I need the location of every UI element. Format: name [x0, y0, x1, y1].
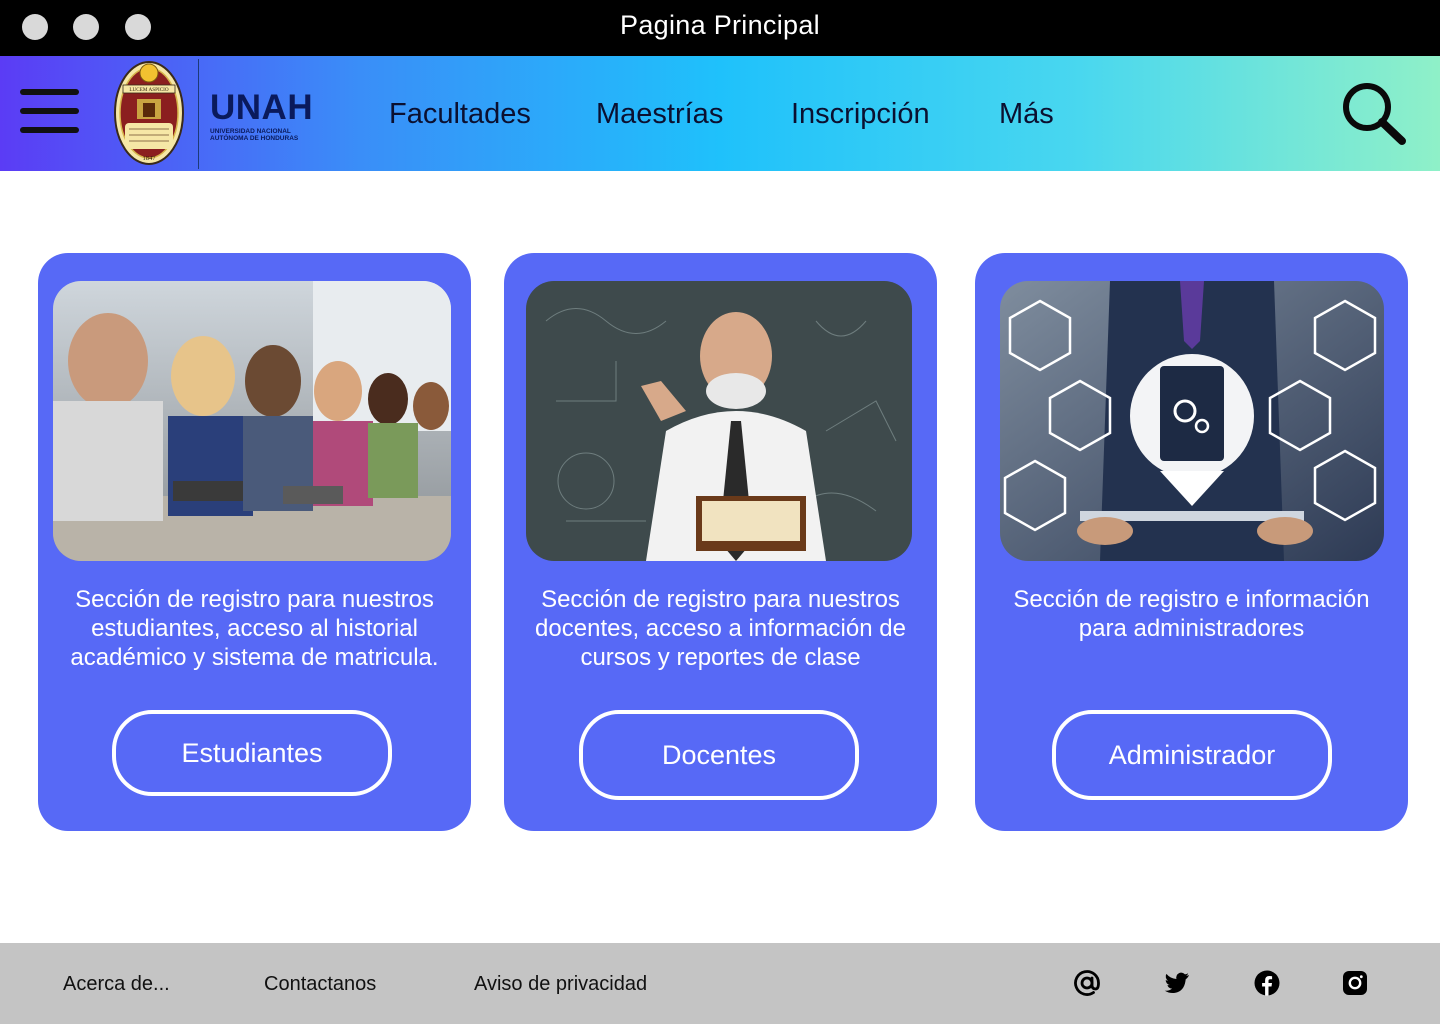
card-administrador-description: Sección de registro e información para a…	[1013, 586, 1370, 642]
search-icon[interactable]	[1340, 80, 1406, 146]
brand-name: UNAH	[210, 88, 314, 127]
administrador-button[interactable]: Administrador	[1052, 710, 1332, 800]
brand-wordmark[interactable]: UNAH UNIVERSIDAD NACIONAL AUTÓNOMA DE HO…	[210, 90, 313, 142]
brand-subtitle-1: UNIVERSIDAD NACIONAL	[210, 128, 291, 135]
card-docentes: Sección de registro para nuestros docent…	[504, 253, 937, 831]
nav-item-inscripcion[interactable]: Inscripción	[791, 98, 930, 131]
logo-divider	[198, 59, 199, 169]
window-titlebar: Pagina Principal	[0, 0, 1440, 56]
admin-photo	[1000, 281, 1384, 561]
instagram-icon[interactable]	[1342, 970, 1368, 996]
unah-seal-logo[interactable]: LUCEM ASPICIO 1847	[113, 59, 185, 167]
top-navbar: LUCEM ASPICIO 1847 UNAH UNIVERSIDAD NACI…	[0, 56, 1440, 171]
card-administrador: Sección de registro e información para a…	[975, 253, 1408, 831]
hamburger-menu-icon[interactable]	[20, 89, 80, 133]
teacher-photo	[526, 281, 912, 561]
seal-banner-text: LUCEM ASPICIO	[129, 87, 169, 93]
twitter-icon[interactable]	[1164, 970, 1190, 996]
footer-link-contactanos[interactable]: Contactanos	[264, 973, 376, 996]
nav-item-facultades[interactable]: Facultades	[389, 98, 531, 131]
seal-year-text: 1847	[143, 155, 157, 162]
footer-link-privacidad[interactable]: Aviso de privacidad	[474, 973, 647, 996]
card-estudiantes: Sección de registro para nuestros estudi…	[38, 253, 471, 831]
estudiantes-button[interactable]: Estudiantes	[112, 710, 392, 796]
nav-item-mas[interactable]: Más	[999, 98, 1054, 131]
students-photo	[53, 281, 451, 561]
brand-subtitle-2: AUTÓNOMA DE HONDURAS	[210, 135, 299, 142]
card-estudiantes-description: Sección de registro para nuestros estudi…	[70, 586, 439, 671]
email-at-icon[interactable]	[1074, 970, 1100, 996]
card-docentes-description: Sección de registro para nuestros docent…	[535, 586, 906, 671]
facebook-icon[interactable]	[1254, 970, 1280, 996]
docentes-button[interactable]: Docentes	[579, 710, 859, 800]
footer-link-acerca[interactable]: Acerca de...	[63, 973, 170, 996]
site-footer: Acerca de... Contactanos Aviso de privac…	[0, 943, 1440, 1024]
window-title: Pagina Principal	[620, 10, 820, 40]
nav-item-maestrias[interactable]: Maestrías	[596, 98, 723, 131]
